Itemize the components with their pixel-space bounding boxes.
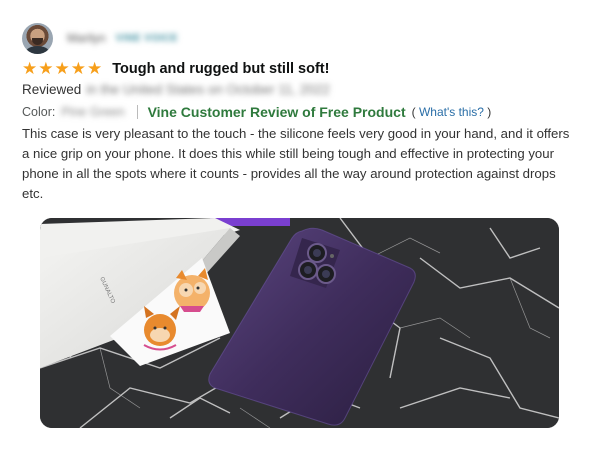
- divider: [136, 105, 138, 119]
- star-icon: ★: [70, 59, 86, 78]
- whats-this-link[interactable]: What's this?: [419, 105, 484, 119]
- product-variant-row: Color: Pine Green Vine Customer Review o…: [22, 103, 491, 121]
- whats-this-close-paren: ): [487, 105, 492, 119]
- review-photo[interactable]: GUNALTO: [40, 218, 559, 428]
- reviewed-label: Reviewed: [22, 82, 82, 97]
- avatar[interactable]: [22, 22, 53, 54]
- review-date: Reviewed in the United States on October…: [22, 82, 330, 97]
- color-label: Color:: [22, 105, 56, 119]
- review-title: Tough and rugged but still soft!: [112, 61, 330, 77]
- vine-voice-badge: VINE VOICE: [115, 32, 178, 44]
- color-value[interactable]: Pine Green: [61, 105, 124, 119]
- whats-this-open-paren: (: [411, 105, 416, 119]
- star-icon: ★: [87, 59, 103, 78]
- star-rating: ★ ★ ★ ★ ★: [22, 60, 102, 78]
- reviewer-name[interactable]: Marilyn: [67, 31, 106, 45]
- star-icon: ★: [54, 59, 70, 78]
- whats-this-wrapper: ( What's this? ): [412, 105, 492, 119]
- star-icon: ★: [38, 59, 54, 78]
- review-body: This case is very pleasant to the touch …: [22, 126, 570, 201]
- star-icon: ★: [22, 59, 38, 78]
- review-photo-illustration: GUNALTO: [40, 218, 559, 428]
- reviewed-detail: in the United States on October 11, 2022: [86, 82, 330, 97]
- vine-review-label: Vine Customer Review of Free Product: [147, 104, 406, 120]
- rating-row: ★ ★ ★ ★ ★ Tough and rugged but still sof…: [22, 60, 329, 78]
- reviewer-profile[interactable]: Marilyn VINE VOICE: [22, 22, 178, 54]
